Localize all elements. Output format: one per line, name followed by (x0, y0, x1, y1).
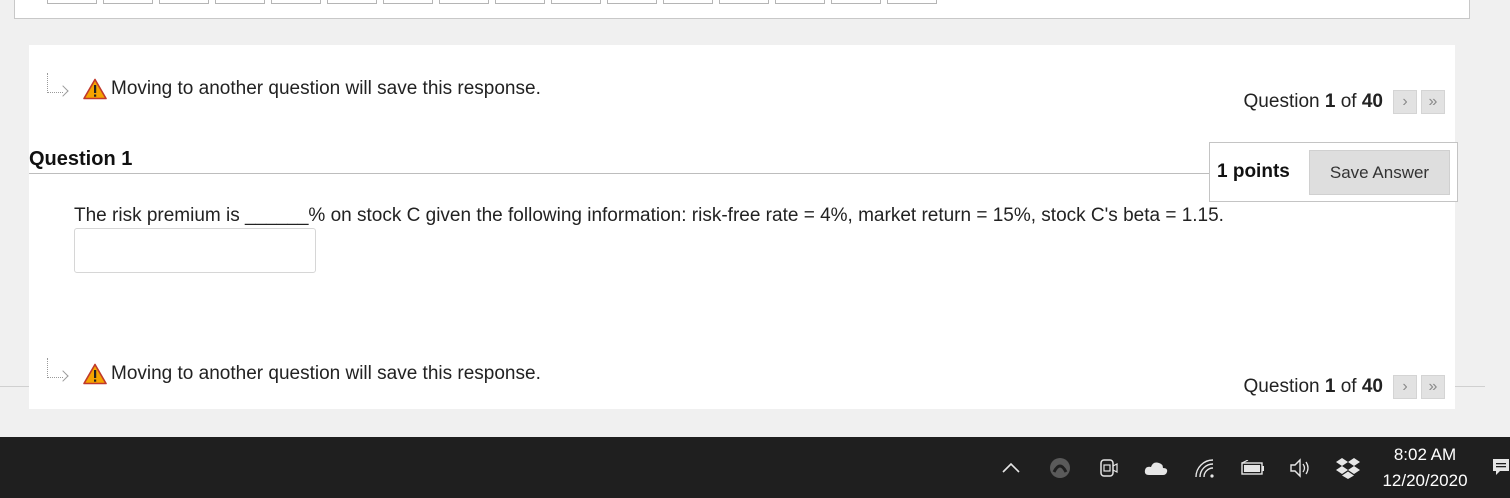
question-grid-cell[interactable] (831, 0, 881, 4)
question-grid-cell[interactable] (775, 0, 825, 4)
question-grid-cell[interactable] (551, 0, 601, 4)
question-navigator-top: Question 1 of 40 › » (1244, 90, 1445, 114)
question-position: Question 1 of 40 (1243, 376, 1383, 397)
last-question-button[interactable]: » (1421, 90, 1445, 114)
save-warning-bottom: Moving to another question will save thi… (43, 358, 541, 390)
question-grid-cell[interactable] (383, 0, 433, 4)
double-chevron-right-icon: » (1428, 93, 1438, 110)
warning-icon (83, 363, 107, 385)
question-grid-cell[interactable] (607, 0, 657, 4)
question-points: 1 points (1217, 161, 1290, 182)
question-grid-cell[interactable] (719, 0, 769, 4)
divider (1455, 386, 1485, 387)
last-question-button[interactable]: » (1421, 375, 1445, 399)
question-title: Question 1 (29, 148, 133, 170)
app-icon[interactable] (1047, 455, 1073, 481)
clock-date: 12/20/2020 (1382, 471, 1468, 490)
question-grid-cell[interactable] (271, 0, 321, 4)
wifi-icon[interactable] (1192, 455, 1218, 481)
indent-arrow-icon (43, 73, 69, 105)
next-question-button[interactable]: › (1393, 375, 1417, 399)
save-warning-text: Moving to another question will save thi… (111, 363, 541, 384)
answer-input[interactable] (74, 228, 316, 273)
divider (0, 386, 29, 387)
save-answer-button[interactable]: Save Answer (1309, 150, 1450, 195)
question-grid-cell[interactable] (663, 0, 713, 4)
question-title-divider (29, 173, 1209, 174)
notification-center-icon[interactable] (1492, 457, 1510, 477)
double-chevron-right-icon: » (1428, 378, 1438, 395)
question-grid-cell[interactable] (439, 0, 489, 4)
system-clock[interactable]: 8:02 AM 12/20/2020 (1370, 443, 1480, 495)
question-grid-panel (14, 0, 1470, 19)
question-grid-cell[interactable] (47, 0, 97, 4)
warning-icon (83, 78, 107, 100)
question-grid-cell[interactable] (103, 0, 153, 4)
question-grid-cell[interactable] (159, 0, 209, 4)
battery-icon[interactable] (1240, 455, 1266, 481)
chevron-right-icon: › (1402, 378, 1408, 395)
taskbar: 8:02 AM 12/20/2020 (0, 437, 1510, 498)
question-grid-cell[interactable] (327, 0, 377, 4)
save-warning-top: Moving to another question will save thi… (43, 73, 541, 105)
save-warning-text: Moving to another question will save thi… (111, 78, 541, 99)
points-panel: 1 points Save Answer (1209, 142, 1458, 202)
chevron-right-icon: › (1402, 93, 1408, 110)
question-position: Question 1 of 40 (1243, 91, 1383, 112)
question-grid-cell[interactable] (495, 0, 545, 4)
dropbox-icon[interactable] (1335, 455, 1361, 481)
question-navigator-bottom: Question 1 of 40 › » (1244, 375, 1445, 399)
clock-time: 8:02 AM (1393, 445, 1457, 464)
question-container: Moving to another question will save thi… (29, 45, 1458, 409)
question-grid-cell[interactable] (215, 0, 265, 4)
question-grid-cell[interactable] (887, 0, 937, 4)
question-text: The risk premium is ______% on stock C g… (74, 205, 1224, 226)
indent-arrow-icon (43, 358, 69, 390)
meet-now-icon[interactable] (1095, 455, 1121, 481)
chevron-up-icon[interactable] (998, 455, 1024, 481)
next-question-button[interactable]: › (1393, 90, 1417, 114)
onedrive-icon[interactable] (1143, 455, 1169, 481)
volume-icon[interactable] (1287, 455, 1313, 481)
